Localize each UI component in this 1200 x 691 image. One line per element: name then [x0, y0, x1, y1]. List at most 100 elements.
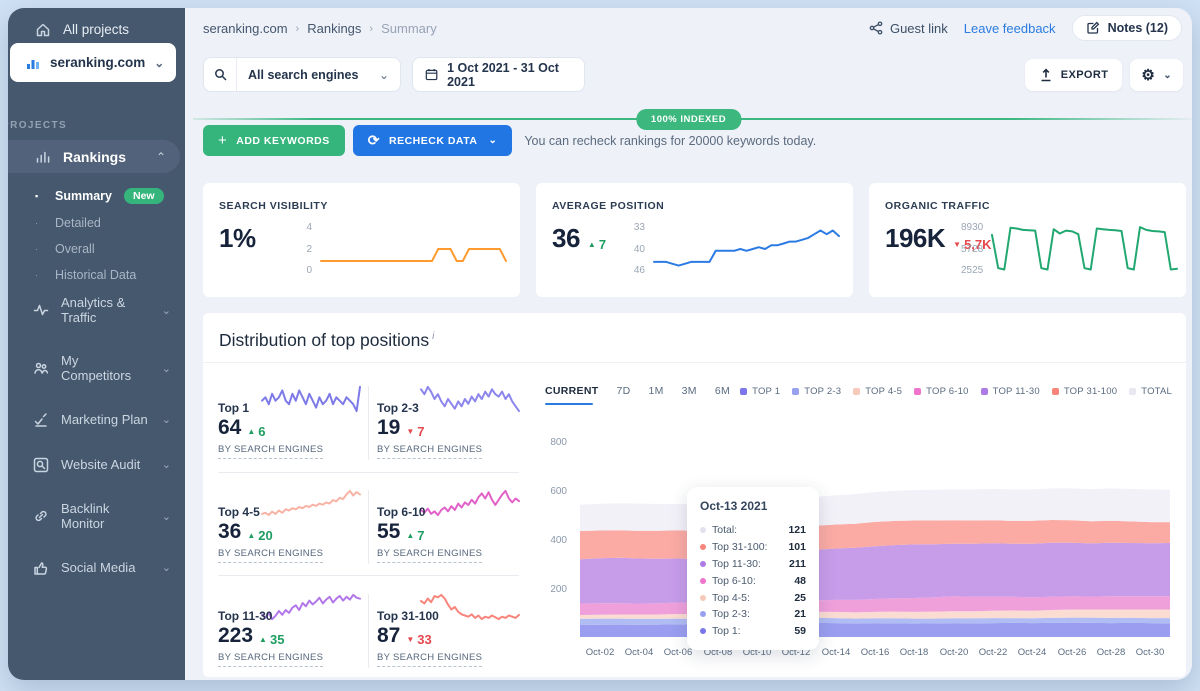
chevron-down-icon: ⌄ [162, 510, 171, 523]
tab-1m[interactable]: 1M [648, 385, 663, 397]
recheck-data-button[interactable]: ⟳ RECHECK DATA ⌄ [353, 125, 513, 156]
sidebar-item-social-media[interactable]: Social Media ⌄ [8, 550, 185, 585]
pulse-icon [32, 302, 49, 319]
rankings-label: Rankings [63, 149, 126, 165]
tab-6m[interactable]: 6M [715, 385, 730, 397]
sparkline [262, 486, 360, 520]
divider [203, 362, 1186, 363]
x-axis-label: Oct-20 [940, 647, 969, 658]
by-search-engines-link[interactable]: BY SEARCH ENGINES [218, 548, 323, 563]
leave-feedback-link[interactable]: Leave feedback [964, 21, 1056, 36]
x-axis-label: Oct-28 [1097, 647, 1126, 658]
home-icon [34, 21, 51, 38]
sidebar-item-marketing-plan[interactable]: Marketing Plan ⌄ [8, 402, 185, 437]
tab-current[interactable]: CURRENT [545, 385, 598, 397]
gear-icon: ⚙ [1141, 66, 1155, 84]
x-axis-label: Oct-24 [1018, 647, 1047, 658]
distribution-card: Distribution of top positionsi Top 1 64 … [203, 313, 1186, 677]
distribution-title: Distribution of top positionsi [219, 330, 434, 351]
y-axis-label: 800 [533, 437, 567, 448]
by-search-engines-link[interactable]: BY SEARCH ENGINES [218, 444, 323, 459]
tooltip-row: Top 6-10:48 [700, 572, 806, 589]
legend-item[interactable]: TOP 1 [740, 386, 780, 397]
sidebar: All projects seranking.com ⌄ PROJECTS Ra… [8, 8, 185, 680]
sidebar-item-website-audit[interactable]: Website Audit ⌄ [8, 447, 185, 482]
breadcrumb-separator: › [369, 23, 373, 35]
tab-7d[interactable]: 7D [616, 385, 630, 397]
share-icon [869, 21, 883, 35]
all-projects-label: All projects [63, 22, 129, 37]
export-button[interactable]: EXPORT [1025, 59, 1123, 91]
organic-traffic-chart: 893057282525 [961, 221, 1172, 277]
add-keywords-button[interactable]: + ADD KEYWORDS [203, 125, 345, 156]
y-axis-label: 400 [533, 535, 567, 546]
rankings-icon [34, 148, 51, 165]
card-delta: ▲7 [588, 237, 606, 252]
x-axis-label: Oct-18 [900, 647, 929, 658]
divider [218, 575, 519, 576]
legend-swatch [1052, 388, 1059, 395]
toolbar-actions: EXPORT ⚙ ⌄ [1025, 59, 1183, 91]
sidebar-item-rankings[interactable]: Rankings ⌃ [8, 140, 180, 173]
guest-link-button[interactable]: Guest link [869, 21, 948, 36]
x-axis-label: Oct-06 [664, 647, 693, 658]
sidebar-menu: Analytics & Traffic ⌄ My Competitors ⌄ M… [8, 286, 185, 585]
divider [368, 386, 369, 460]
by-search-engines-link[interactable]: BY SEARCH ENGINES [377, 548, 482, 563]
card-title: SEARCH VISIBILITY [219, 200, 504, 212]
card-value: 36 [552, 223, 580, 254]
sidebar-item-my-competitors[interactable]: My Competitors ⌄ [8, 344, 185, 392]
breadcrumb-summary: Summary [381, 21, 437, 36]
sidebar-item-summary[interactable]: ▪ Summary New [8, 182, 185, 210]
legend-item[interactable]: TOP 6-10 [914, 386, 968, 397]
tooltip-row: Total:121 [700, 522, 806, 539]
breadcrumb-rankings[interactable]: Rankings [307, 21, 361, 36]
date-range-picker[interactable]: 1 Oct 2021 - 31 Oct 2021 [412, 57, 585, 92]
legend-swatch [792, 388, 799, 395]
tab-3m[interactable]: 3M [682, 385, 697, 397]
legend-item[interactable]: TOP 4-5 [853, 386, 902, 397]
divider [218, 472, 519, 473]
x-axis-label: Oct-22 [979, 647, 1008, 658]
indexed-badge: 100% INDEXED [636, 109, 741, 130]
search-engine-value: All search engines [237, 68, 358, 82]
legend-swatch [740, 388, 747, 395]
legend-item[interactable]: TOP 2-3 [792, 386, 841, 397]
projects-section-label: PROJECTS [8, 120, 185, 131]
search-icon [204, 58, 237, 91]
chevron-down-icon: ⌄ [162, 458, 171, 471]
x-axis-label: Oct-16 [861, 647, 890, 658]
legend-swatch [853, 388, 860, 395]
legend-item[interactable]: TOP 11-30 [981, 386, 1040, 397]
search-engine-select[interactable]: All search engines ⌄ [203, 57, 401, 92]
notes-button[interactable]: Notes (12) [1072, 15, 1182, 41]
sidebar-item-detailed[interactable]: · Detailed [8, 210, 185, 236]
by-search-engines-link[interactable]: BY SEARCH ENGINES [377, 444, 482, 459]
breadcrumb-project[interactable]: seranking.com [203, 21, 288, 36]
project-name: seranking.com [50, 55, 145, 70]
settings-button[interactable]: ⚙ ⌄ [1130, 59, 1183, 91]
tooltip-row: Top 31-100:101 [700, 539, 806, 556]
info-icon[interactable]: i [432, 331, 434, 342]
legend-item[interactable]: TOP 31-100 [1052, 386, 1117, 397]
tooltip-row: Top 4-5:25 [700, 589, 806, 606]
sparkline [421, 486, 519, 520]
sidebar-item-analytics-traffic[interactable]: Analytics & Traffic ⌄ [8, 286, 185, 334]
project-selector[interactable]: seranking.com ⌄ [10, 43, 176, 82]
legend-item[interactable]: TOTAL [1129, 386, 1172, 397]
card-title: ORGANIC TRAFFIC [885, 200, 1170, 212]
by-search-engines-link[interactable]: BY SEARCH ENGINES [377, 652, 482, 667]
breadcrumb: seranking.com › Rankings › Summary [203, 21, 437, 36]
chevron-down-icon: ⌄ [1163, 70, 1172, 81]
bullet-icon: · [35, 244, 45, 254]
average-position-chart: 334046 [628, 221, 839, 277]
chart-y-axis: 334046 [628, 221, 645, 277]
sidebar-item-backlink-monitor[interactable]: Backlink Monitor ⌄ [8, 492, 185, 540]
sidebar-item-historical-data[interactable]: · Historical Data [8, 262, 185, 288]
all-projects-link[interactable]: All projects [8, 8, 185, 38]
sidebar-item-overall[interactable]: · Overall [8, 236, 185, 262]
chart-period-tabs: CURRENT 7D 1M 3M 6M [545, 385, 730, 397]
by-search-engines-link[interactable]: BY SEARCH ENGINES [218, 652, 323, 667]
positions-stacked-chart [580, 436, 1186, 637]
chart-tooltip: Oct-13 2021 Total:121Top 31-100:101Top 1… [687, 487, 819, 650]
